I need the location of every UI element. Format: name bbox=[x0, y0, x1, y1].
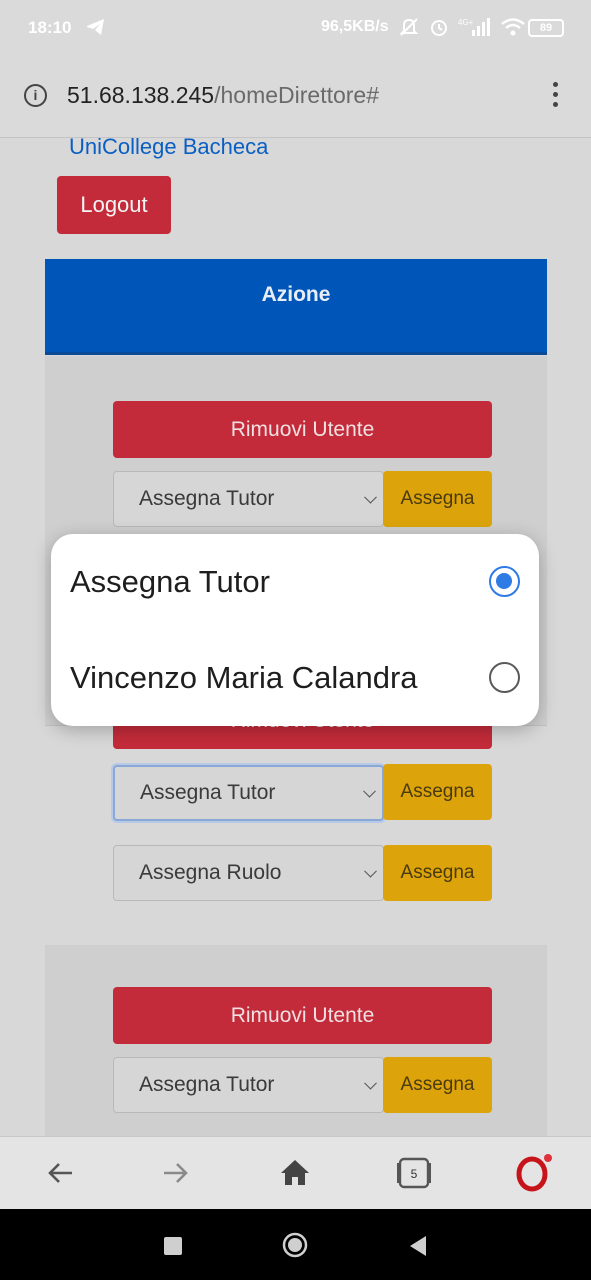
tab-count: 5 bbox=[411, 1167, 418, 1181]
option-label: Vincenzo Maria Calandra bbox=[70, 660, 418, 695]
tabs-icon[interactable]: 5 bbox=[394, 1153, 434, 1193]
signal-4g-icon: 4G+ bbox=[458, 16, 492, 43]
recents-icon[interactable] bbox=[164, 1237, 182, 1260]
assign-tutor-button[interactable]: Assegna bbox=[383, 1057, 492, 1113]
logout-button[interactable]: Logout bbox=[57, 176, 171, 234]
browser-bottom-nav: 5 bbox=[0, 1136, 591, 1209]
back-triangle-icon[interactable] bbox=[408, 1235, 428, 1262]
chevron-down-icon bbox=[364, 864, 377, 878]
popup-option-assegna-tutor[interactable]: Assegna Tutor bbox=[51, 534, 539, 630]
assign-tutor-button[interactable]: Assegna bbox=[383, 471, 492, 527]
tutor-select-value: Assegna Tutor bbox=[139, 1073, 275, 1096]
tutor-select-value: Assegna Tutor bbox=[139, 487, 275, 510]
remove-user-button[interactable]: Rimuovi Utente bbox=[113, 987, 492, 1044]
battery-icon: 89 bbox=[528, 19, 564, 37]
chevron-down-icon bbox=[364, 1076, 377, 1090]
assign-tutor-button[interactable]: Assegna bbox=[383, 764, 492, 820]
tutor-select[interactable]: Assegna Tutor bbox=[113, 1057, 384, 1113]
status-icons: 4G+ bbox=[398, 16, 526, 43]
browser-url-bar[interactable]: i 51.68.138.245/homeDirettore# bbox=[0, 56, 591, 138]
select-options-popup: Assegna Tutor Vincenzo Maria Calandra bbox=[51, 534, 539, 726]
url-path: /homeDirettore# bbox=[214, 82, 380, 108]
role-select[interactable]: Assegna Ruolo bbox=[113, 845, 384, 901]
option-label: Assegna Tutor bbox=[70, 564, 270, 599]
chevron-down-icon bbox=[363, 784, 376, 798]
status-time: 18:10 bbox=[28, 18, 72, 37]
url-text[interactable]: 51.68.138.245/homeDirettore# bbox=[67, 82, 379, 109]
table-row: Rimuovi Utente Assegna Tutor Assegna bbox=[45, 945, 547, 1136]
brand-link[interactable]: UniCollege Bacheca bbox=[69, 138, 268, 160]
popup-option-vincenzo[interactable]: Vincenzo Maria Calandra bbox=[51, 630, 539, 726]
home-button-icon[interactable] bbox=[281, 1231, 309, 1264]
tutor-select-value: Assegna Tutor bbox=[140, 781, 276, 804]
battery-level: 89 bbox=[539, 22, 553, 34]
radio-checked-icon[interactable] bbox=[489, 566, 520, 597]
url-host: 51.68.138.245 bbox=[67, 82, 215, 108]
mute-icon bbox=[398, 16, 420, 43]
status-bar: 18:10 96,5KB/s 4G+ 89 bbox=[0, 0, 591, 56]
opera-menu-icon[interactable] bbox=[514, 1153, 554, 1193]
system-nav-bar bbox=[0, 1209, 591, 1280]
alarm-icon bbox=[428, 16, 450, 43]
wifi-icon bbox=[500, 17, 526, 42]
network-speed: 96,5KB/s bbox=[321, 18, 389, 35]
home-icon[interactable] bbox=[278, 1153, 312, 1193]
remove-user-button[interactable]: Rimuovi Utente bbox=[113, 401, 492, 458]
tutor-select[interactable]: Assegna Tutor bbox=[113, 471, 384, 527]
assign-role-button[interactable]: Assegna bbox=[383, 845, 492, 901]
tutor-select-focused[interactable]: Assegna Tutor bbox=[113, 765, 384, 821]
table-header-azione: Azione bbox=[45, 259, 547, 355]
telegram-icon bbox=[86, 18, 106, 41]
chevron-down-icon bbox=[364, 490, 377, 504]
svg-text:4G+: 4G+ bbox=[458, 18, 474, 27]
more-menu-icon[interactable] bbox=[546, 82, 564, 112]
role-select-value: Assegna Ruolo bbox=[139, 861, 282, 884]
info-icon[interactable]: i bbox=[24, 84, 47, 107]
radio-unchecked-icon[interactable] bbox=[489, 662, 520, 693]
back-arrow-icon[interactable] bbox=[44, 1153, 76, 1193]
forward-arrow-icon[interactable] bbox=[160, 1153, 192, 1193]
